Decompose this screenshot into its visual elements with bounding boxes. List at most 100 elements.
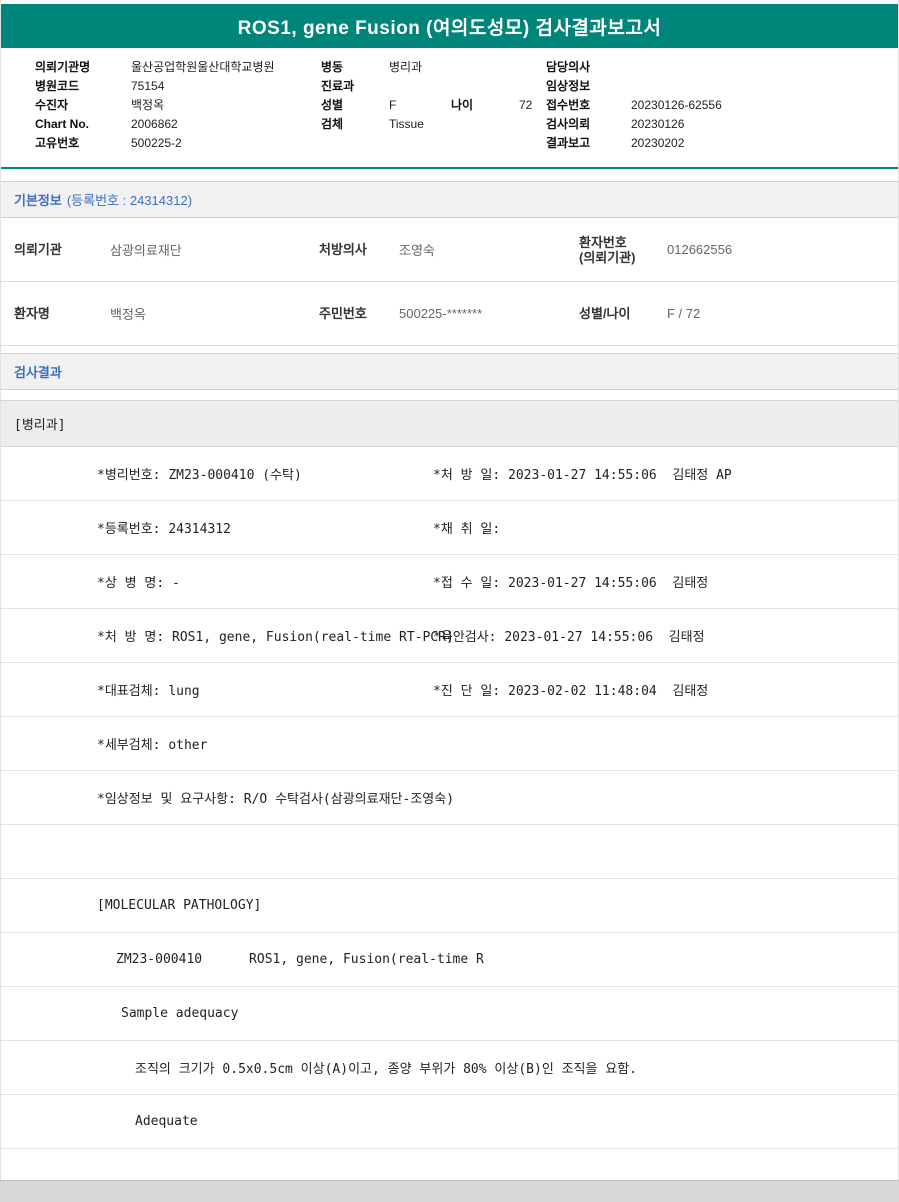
molecular-order-line: ZM23-000410 ROS1, gene, Fusion(real-time… [116,952,484,967]
cell-value: F / 72 [667,306,700,321]
detail-right: *진 단 일: 2023-02-02 11:48:04 김태정 [433,680,898,699]
order-info-col-institution: 의뢰기관명 울산공업학원울산대학교병원 병원코드 75154 수진자 백정옥 C… [1,58,321,153]
field-row: 검사의뢰 20230126 [546,115,898,134]
field-label: 의뢰기관명 [35,58,131,77]
order-info-panel: 의뢰기관명 울산공업학원울산대학교병원 병원코드 75154 수진자 백정옥 C… [1,48,898,169]
field-label: 성별 [321,96,389,115]
field-value: 20230126 [631,115,684,134]
table-cell: 처방의사 조영숙 [319,240,579,259]
pathology-detail-row: *병리번호: ZM23-000410 (수탁) *처 방 일: 2023-01-… [1,447,898,501]
field-row: 검체 Tissue [321,115,546,134]
pathology-detail-row: *처 방 명: ROS1, gene, Fusion(real-time RT-… [1,609,898,663]
field-label: 결과보고 [546,134,631,153]
section-basic-info: 기본정보 (등록번호 : 24314312) [1,181,898,218]
order-info-col-visit: 병동 병리과 진료과 성별 F 나이 72 검체 Tissue [321,58,546,153]
table-cell: 성별/나이 F / 72 [579,306,898,321]
field-label: Chart No. [35,115,131,134]
detail-left: *처 방 명: ROS1, gene, Fusion(real-time RT-… [97,626,433,645]
department-label: [병리과] [14,414,66,433]
adequacy-result-text: Adequate [135,1114,198,1129]
cell-value: 백정옥 [110,304,146,323]
field-label: 나이 [451,96,519,115]
cell-label: 환자번호 (의뢰기관) [579,235,667,265]
detail-left: *임상정보 및 요구사항: R/O 수탁검사(삼광의료재단-조영숙) [97,788,433,807]
pathology-detail-row: *상 병 명: - *접 수 일: 2023-01-27 14:55:06 김태… [1,555,898,609]
basic-info-table: 의뢰기관 삼광의료재단 처방의사 조영숙 환자번호 (의뢰기관) 0126625… [1,218,898,346]
pathology-detail-row: *세부검체: other [1,717,898,771]
detail-right: *접 수 일: 2023-01-27 14:55:06 김태정 [433,572,898,591]
field-label: 수진자 [35,96,131,115]
empty-row [1,1149,898,1173]
field-value: 2006862 [131,115,178,134]
detail-left: *병리번호: ZM23-000410 (수탁) [97,464,433,483]
field-value: F [389,96,451,115]
department-row: [병리과] [1,400,898,447]
field-label: 임상정보 [546,77,631,96]
cell-value: 조영숙 [399,240,435,259]
field-row: 병동 병리과 [321,58,546,77]
field-row: 고유번호 500225-2 [35,134,321,153]
cell-value: 012662556 [667,242,732,257]
field-value: 500225-2 [131,134,182,153]
field-value: 백정옥 [131,96,164,115]
field-value: 울산공업학원울산대학교병원 [131,58,275,77]
section-title: 검사결과 [14,362,62,381]
cell-label: 처방의사 [319,242,399,257]
table-cell: 의뢰기관 삼광의료재단 [1,240,319,259]
pathology-detail-row: *임상정보 및 요구사항: R/O 수탁검사(삼광의료재단-조영숙) [1,771,898,825]
field-row: 수진자 백정옥 [35,96,321,115]
pathology-detail-row: *대표검체: lung *진 단 일: 2023-02-02 11:48:04 … [1,663,898,717]
field-row: 결과보고 20230202 [546,134,898,153]
cell-label: 의뢰기관 [14,242,110,257]
adequacy-criteria-text: 조직의 크기가 0.5x0.5cm 이상(A)이고, 종양 부위가 80% 이상… [135,1058,637,1077]
detail-left: *상 병 명: - [97,572,433,591]
detail-right: *채 취 일: [433,518,898,537]
detail-left: *등록번호: 24314312 [97,518,433,537]
report-title-bar: ROS1, gene Fusion (여의도성모) 검사결과보고서 [1,4,898,48]
field-label: 검사의뢰 [546,115,631,134]
order-info-col-reception: 담당의사 임상정보 접수번호 20230126-62556 검사의뢰 20230… [546,58,898,153]
adequacy-result-row: Adequate [1,1095,898,1149]
field-value: 병리과 [389,58,422,77]
field-value: 20230126-62556 [631,96,722,115]
detail-left: *대표검체: lung [97,680,433,699]
field-label: 접수번호 [546,96,631,115]
field-row: 진료과 [321,77,546,96]
detail-right: *육안검사: 2023-01-27 14:55:06 김태정 [433,626,898,645]
field-row: 임상정보 [546,77,898,96]
table-cell: 환자번호 (의뢰기관) 012662556 [579,235,898,265]
field-label: 병동 [321,58,389,77]
cell-label: 주민번호 [319,306,399,321]
table-cell: 환자명 백정옥 [1,304,319,323]
field-row: 담당의사 [546,58,898,77]
section-title: 기본정보 [14,190,62,209]
detail-left: *세부검체: other [97,734,433,753]
adequacy-criteria-row: 조직의 크기가 0.5x0.5cm 이상(A)이고, 종양 부위가 80% 이상… [1,1041,898,1095]
section-subtitle: (등록번호 : 24314312) [67,190,192,209]
field-label: 고유번호 [35,134,131,153]
field-value: 72 [519,96,532,115]
section-test-results: 검사결과 [1,353,898,390]
molecular-order-row: ZM23-000410 ROS1, gene, Fusion(real-time… [1,933,898,987]
field-label: 담당의사 [546,58,631,77]
report-page: ROS1, gene Fusion (여의도성모) 검사결과보고서 의뢰기관명 … [0,0,899,1202]
table-row: 의뢰기관 삼광의료재단 처방의사 조영숙 환자번호 (의뢰기관) 0126625… [1,218,898,282]
sample-adequacy-label: Sample adequacy [121,1006,238,1021]
field-value: 75154 [131,77,164,96]
field-row: 병원코드 75154 [35,77,321,96]
cell-label: 환자명 [14,306,110,321]
cell-value: 500225-******* [399,306,482,321]
pathology-detail-row: *등록번호: 24314312 *채 취 일: [1,501,898,555]
field-label: 진료과 [321,77,389,96]
field-row: 의뢰기관명 울산공업학원울산대학교병원 [35,58,321,77]
bottom-bar [0,1180,899,1202]
field-row: Chart No. 2006862 [35,115,321,134]
report-title: ROS1, gene Fusion (여의도성모) 검사결과보고서 [238,13,662,40]
table-cell: 주민번호 500225-******* [319,306,579,321]
field-row: 접수번호 20230126-62556 [546,96,898,115]
table-row: 환자명 백정옥 주민번호 500225-******* 성별/나이 F / 72 [1,282,898,346]
field-value: 20230202 [631,134,684,153]
field-row: 성별 F 나이 72 [321,96,546,115]
molecular-heading-row: [MOLECULAR PATHOLOGY] [1,879,898,933]
field-label: 검체 [321,115,389,134]
